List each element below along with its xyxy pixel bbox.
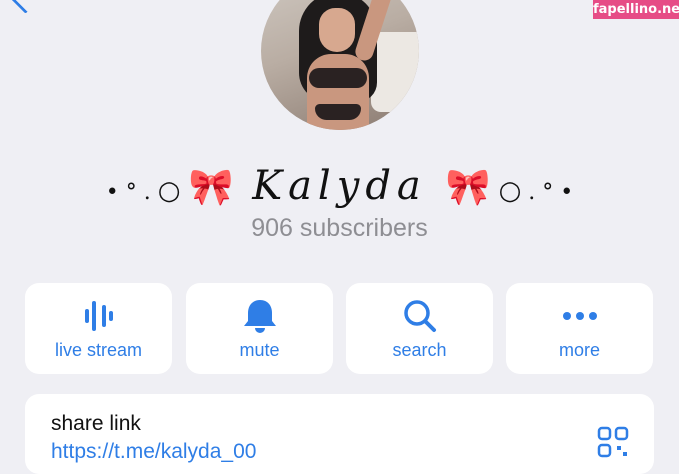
search-button[interactable]: search (346, 283, 493, 374)
bow-icon: 🎀 (445, 167, 491, 208)
live-stream-button[interactable]: live stream (25, 283, 172, 374)
live-stream-label: live stream (54, 340, 143, 360)
bow-icon: 🎀 (188, 167, 234, 208)
share-link-title: share link (51, 412, 141, 435)
search-icon (346, 297, 493, 335)
more-button[interactable]: more (506, 283, 653, 374)
share-link-url[interactable]: https://t.me/kalyda_00 (51, 440, 256, 464)
mute-button[interactable]: mute (186, 283, 333, 374)
decoration-dots: • ° . (105, 180, 158, 205)
qr-code-icon[interactable] (597, 426, 629, 458)
decoration-dots: . ° • (521, 180, 574, 205)
mute-label: mute (239, 340, 280, 360)
search-label: search (392, 340, 447, 360)
back-chevron-icon[interactable] (9, 0, 42, 14)
watermark: fapellino.net (593, 0, 679, 19)
share-link-card[interactable]: share link https://t.me/kalyda_00 (25, 394, 654, 474)
subscriber-count: 906 subscribers (251, 214, 428, 242)
avatar[interactable] (261, 0, 419, 130)
channel-name-text: Kalyda (252, 163, 427, 209)
more-dots-icon (506, 297, 653, 335)
bell-icon (186, 297, 333, 335)
channel-name: • ° . ○ 🎀 Kalyda 🎀 ○ . ° • (105, 163, 574, 209)
more-label: more (558, 340, 600, 360)
voice-chat-icon (25, 297, 172, 335)
